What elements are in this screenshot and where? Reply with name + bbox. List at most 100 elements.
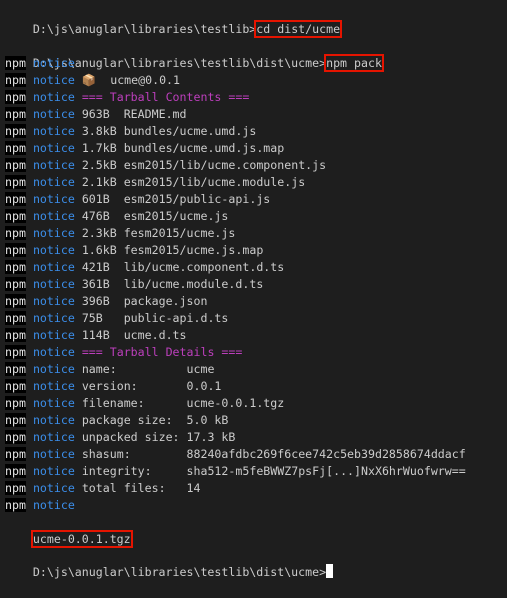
notice-label: notice [32, 226, 75, 240]
npm-label: npm [5, 90, 26, 104]
notice-message: name: ucme [81, 362, 215, 376]
notice-message: shasum: 88240afdbc269f6cee742c5eb39d2858… [81, 447, 466, 461]
npm-label: npm [5, 498, 26, 512]
notice-label: notice [32, 328, 75, 342]
notice-label: notice [32, 447, 75, 461]
notice-label: notice [32, 73, 75, 87]
notice-line: npm notice 2.5kB esm2015/lib/ucme.compon… [5, 157, 326, 174]
npm-label: npm [5, 328, 26, 342]
notice-message: 963B README.md [81, 107, 187, 121]
notice-message: === Tarball Contents === [81, 90, 250, 104]
npm-label: npm [5, 362, 26, 376]
notice-message: package size: 5.0 kB [81, 413, 229, 427]
notice-label: notice [32, 158, 75, 172]
notice-message: 75B public-api.d.ts [81, 311, 229, 325]
notice-label: notice [32, 56, 75, 70]
output-filename: ucme-0.0.1.tgz [30, 530, 133, 548]
npm-label: npm [5, 226, 26, 240]
output-file-line: ucme-0.0.1.tgz [5, 514, 133, 548]
notice-label: notice [32, 311, 75, 325]
notice-label: notice [32, 345, 75, 359]
npm-label: npm [5, 413, 26, 427]
npm-label: npm [5, 464, 26, 478]
notice-line: npm notice 📦 ucme@0.0.1 [5, 72, 180, 89]
notice-line: npm notice 3.8kB bundles/ucme.umd.js [5, 123, 256, 140]
npm-label: npm [5, 447, 26, 461]
notice-line: npm notice === Tarball Contents === [5, 89, 249, 106]
notice-line: npm notice 396B package.json [5, 293, 207, 310]
notice-line: npm notice name: ucme [5, 361, 214, 378]
prompt-line-current[interactable]: D:\js\anuglar\libraries\testlib\dist\ucm… [5, 547, 334, 579]
command-cd: cd dist/ucme [254, 20, 343, 38]
npm-label: npm [5, 311, 26, 325]
npm-label: npm [5, 481, 26, 495]
notice-label: notice [32, 192, 75, 206]
notice-message: integrity: sha512-m5feBWWZ7psFj[...]NxX6… [81, 464, 466, 478]
npm-label: npm [5, 56, 26, 70]
notice-message: 2.1kB esm2015/lib/ucme.module.js [81, 175, 306, 189]
notice-label: notice [32, 90, 75, 104]
notice-message: 601B esm2015/public-api.js [81, 192, 271, 206]
notice-label: notice [32, 243, 75, 257]
notice-line: npm notice integrity: sha512-m5feBWWZ7ps… [5, 463, 466, 480]
notice-line: npm notice 476B esm2015/ucme.js [5, 208, 228, 225]
notice-message: 1.7kB bundles/ucme.umd.js.map [81, 141, 285, 155]
npm-label: npm [5, 243, 26, 257]
notice-message: 361B lib/ucme.module.d.ts [81, 277, 264, 291]
npm-label: npm [5, 294, 26, 308]
notice-label: notice [32, 413, 75, 427]
notice-label: notice [32, 141, 75, 155]
notice-line: npm notice unpacked size: 17.3 kB [5, 429, 235, 446]
notice-line: npm notice 963B README.md [5, 106, 187, 123]
notice-label: notice [32, 379, 75, 393]
notice-line: npm notice 1.7kB bundles/ucme.umd.js.map [5, 140, 284, 157]
notice-message: 421B lib/ucme.component.d.ts [81, 260, 285, 274]
prompt-line-pack: D:\js\anuglar\libraries\testlib\dist\ucm… [5, 38, 384, 72]
notice-line: npm notice package size: 5.0 kB [5, 412, 228, 429]
notice-label: notice [32, 498, 75, 512]
notice-line: npm notice filename: ucme-0.0.1.tgz [5, 395, 284, 412]
terminal[interactable]: D:\js\anuglar\libraries\testlib>cd dist/… [0, 0, 507, 579]
notice-line: npm notice version: 0.0.1 [5, 378, 221, 395]
notice-line: npm notice 2.1kB esm2015/lib/ucme.module… [5, 174, 305, 191]
npm-label: npm [5, 192, 26, 206]
npm-label: npm [5, 430, 26, 444]
notice-label: notice [32, 294, 75, 308]
notice-message: version: 0.0.1 [81, 379, 222, 393]
notice-label: notice [32, 107, 75, 121]
command-npm-pack: npm pack [324, 54, 384, 72]
notice-line: npm notice 601B esm2015/public-api.js [5, 191, 270, 208]
npm-label: npm [5, 277, 26, 291]
npm-label: npm [5, 107, 26, 121]
notice-message: 📦 ucme@0.0.1 [81, 73, 181, 87]
notice-line: npm notice 1.6kB fesm2015/ucme.js.map [5, 242, 263, 259]
npm-label: npm [5, 209, 26, 223]
npm-label: npm [5, 260, 26, 274]
notice-label: notice [32, 464, 75, 478]
notice-label: notice [32, 260, 75, 274]
text-cursor [326, 564, 334, 578]
notice-message: 2.3kB fesm2015/ucme.js [81, 226, 236, 240]
npm-label: npm [5, 124, 26, 138]
notice-label: notice [32, 362, 75, 376]
notice-line: npm notice 75B public-api.d.ts [5, 310, 228, 327]
npm-label: npm [5, 141, 26, 155]
notice-line: npm notice shasum: 88240afdbc269f6cee742… [5, 446, 466, 463]
notice-message: 114B ucme.d.ts [81, 328, 187, 342]
npm-label: npm [5, 73, 26, 87]
notice-label: notice [32, 175, 75, 189]
notice-message: 476B esm2015/ucme.js [81, 209, 229, 223]
notice-message: 1.6kB fesm2015/ucme.js.map [81, 243, 264, 257]
notice-message: 396B package.json [81, 294, 208, 308]
notice-line: npm notice 421B lib/ucme.component.d.ts [5, 259, 284, 276]
notice-label: notice [32, 481, 75, 495]
notice-label: notice [32, 124, 75, 138]
notice-label: notice [32, 209, 75, 223]
notice-line: npm notice [5, 55, 82, 72]
notice-label: notice [32, 430, 75, 444]
notice-message: total files: 14 [81, 481, 201, 495]
notice-line: npm notice [5, 497, 82, 514]
notice-message: unpacked size: 17.3 kB [81, 430, 236, 444]
notice-message: 3.8kB bundles/ucme.umd.js [81, 124, 257, 138]
notice-message: 2.5kB esm2015/lib/ucme.component.js [81, 158, 327, 172]
